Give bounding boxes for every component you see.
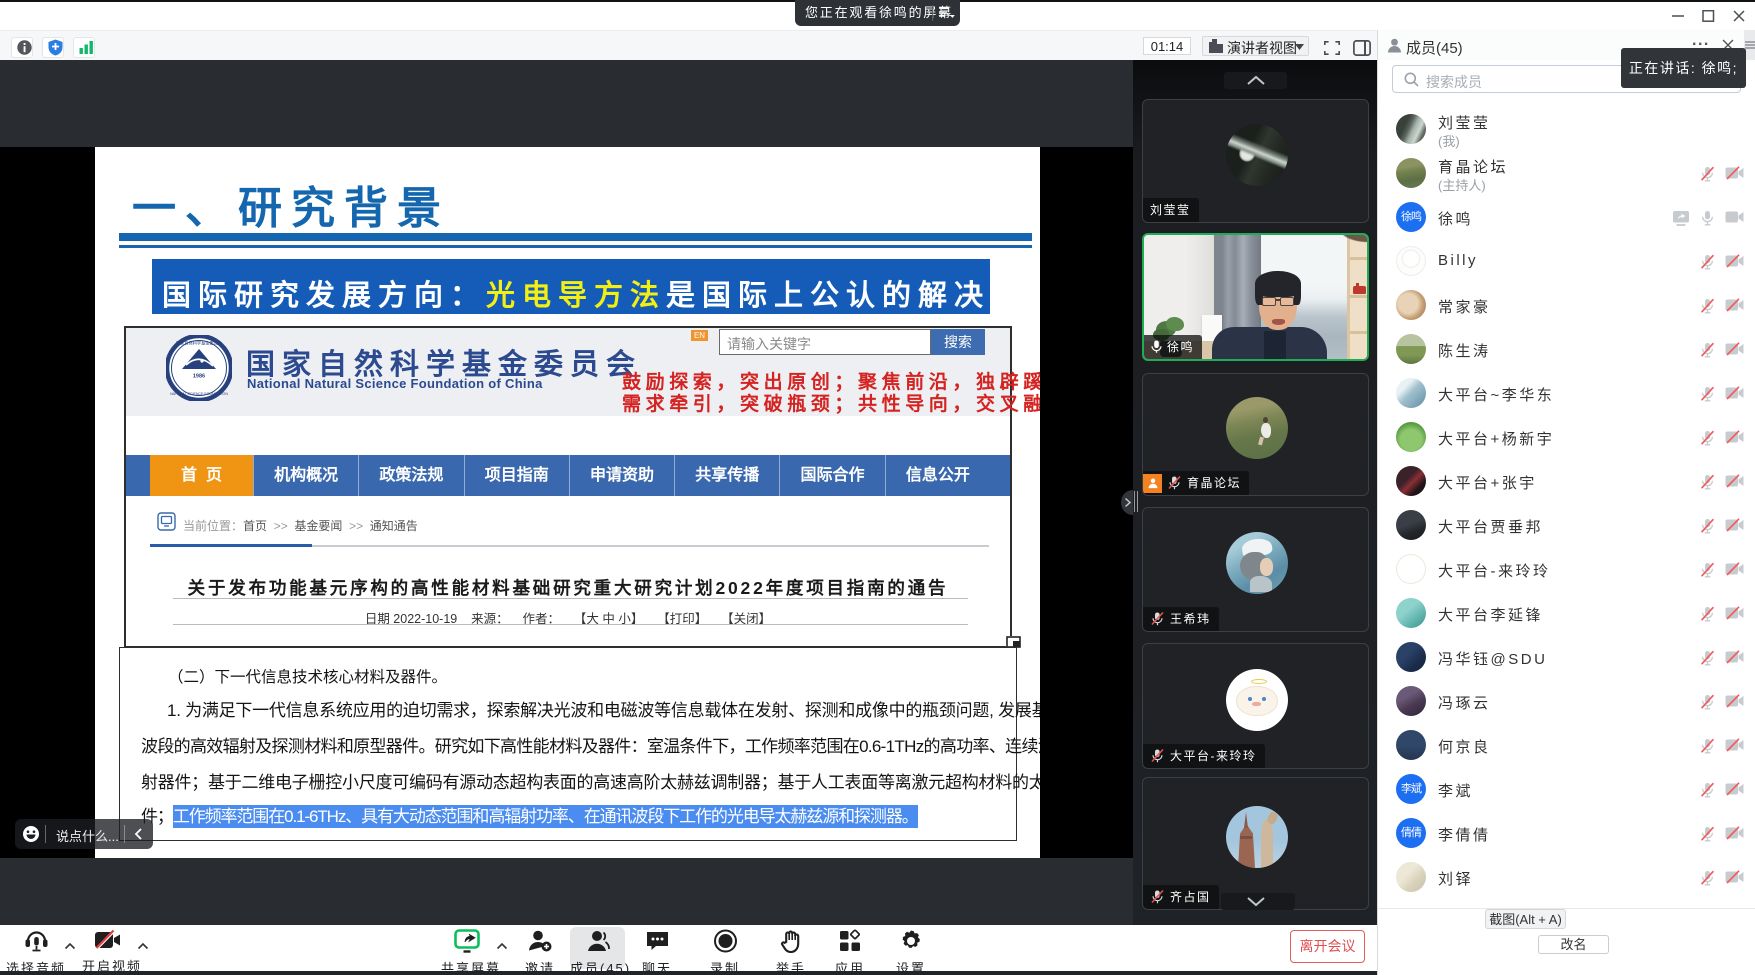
svg-text:NATURAL SCIENCE FOUNDATION: NATURAL SCIENCE FOUNDATION [170,392,228,396]
svg-text:国家自然科学基金委员会: 国家自然科学基金委员会 [176,340,223,347]
svg-text:1986: 1986 [193,374,205,380]
